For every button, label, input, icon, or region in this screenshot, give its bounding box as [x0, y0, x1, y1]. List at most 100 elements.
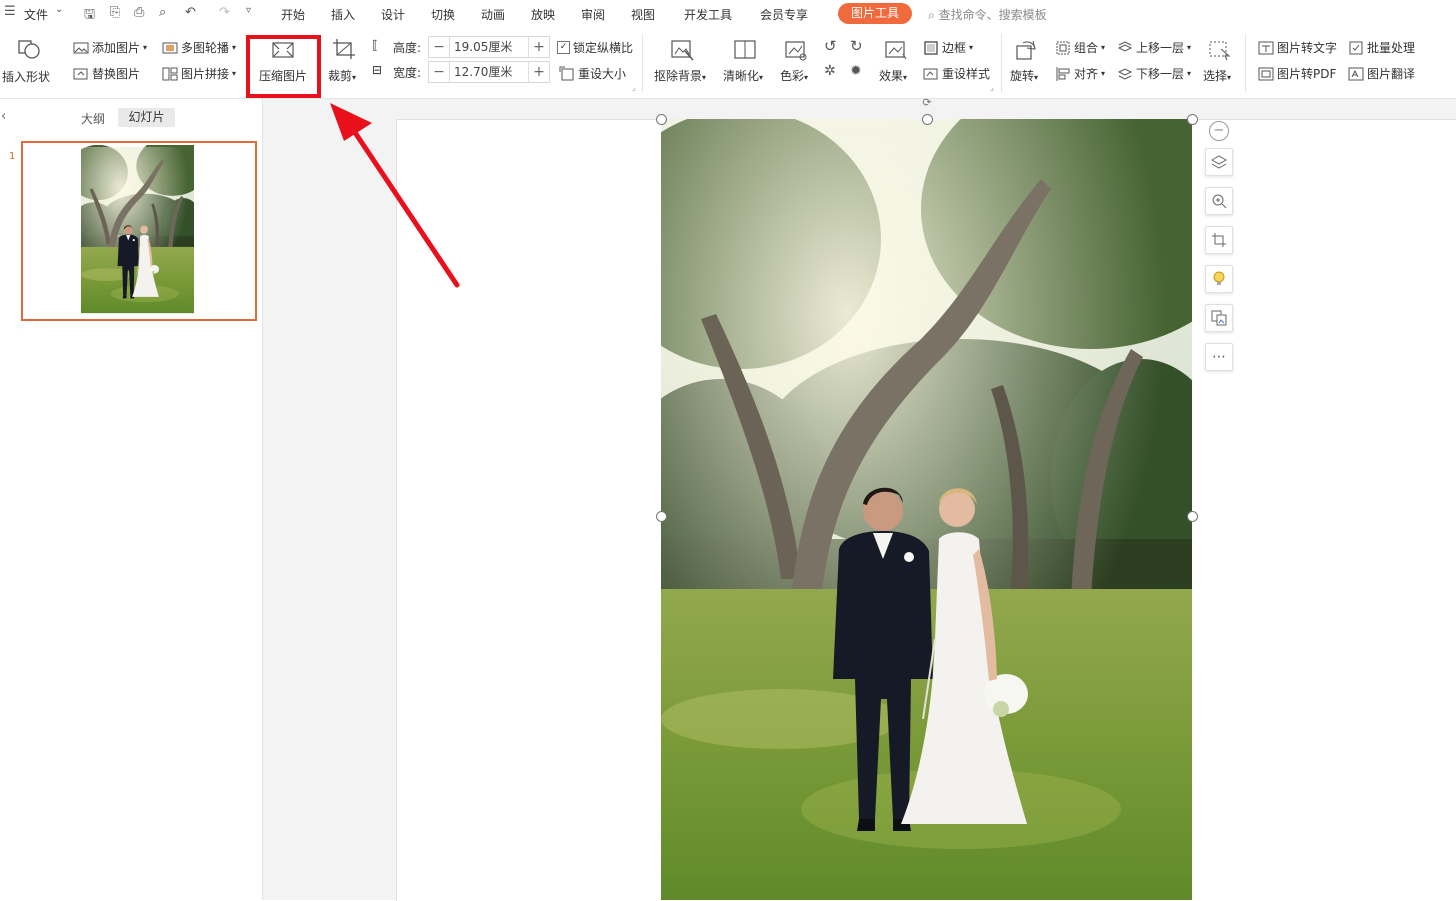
align-label: 对齐 [1074, 67, 1099, 81]
lock-ratio-checkbox[interactable]: ✓ 锁定纵横比 [557, 39, 633, 56]
translate-icon [1348, 67, 1364, 80]
reset-size-label: 重设大小 [578, 67, 627, 81]
bring-forward-label: 上移一层 [1136, 41, 1185, 55]
crop-float-button[interactable] [1205, 226, 1233, 254]
select-label: 选择 [1203, 69, 1228, 83]
save-icon[interactable]: 🖫 [84, 5, 95, 27]
resize-handle-top[interactable] [922, 114, 933, 125]
height-value[interactable]: 19.05厘米 [449, 37, 529, 57]
search-icon: ⌕ [928, 8, 935, 22]
print-icon[interactable]: ⎙ [134, 5, 144, 20]
replace-image-icon [73, 68, 88, 79]
tab-insert[interactable]: 插入 [331, 6, 355, 23]
resize-handle-tr[interactable] [1187, 114, 1198, 125]
undo-icon[interactable]: ↶ [185, 5, 196, 20]
tab-start[interactable]: 开始 [281, 6, 305, 23]
resize-handle-tl[interactable] [656, 114, 667, 125]
export-icon[interactable]: ⎘ [110, 5, 120, 20]
print-preview-icon[interactable]: ⌕ [159, 5, 166, 20]
contrast-icon[interactable]: ✲ [824, 63, 836, 79]
add-image-button[interactable]: 添加图片 ▾ [73, 39, 147, 56]
photo-image [661, 119, 1192, 900]
reset-style-button[interactable]: 重设样式 [923, 65, 990, 82]
img-to-text-button[interactable]: 图片转文字 [1258, 39, 1337, 56]
tab-outline[interactable]: 大纲 [81, 110, 105, 127]
reset-size-button[interactable]: 重设大小 [559, 65, 626, 82]
send-backward-button[interactable]: 下移一层 ▾ [1117, 65, 1191, 82]
img-to-pdf-icon [1258, 67, 1274, 80]
wedding-photo[interactable] [661, 119, 1192, 900]
remove-background-button[interactable]: 抠除背景▾ [654, 67, 706, 84]
crop-button[interactable]: 裁剪▾ [328, 67, 356, 84]
select-button[interactable]: 选择▾ [1203, 67, 1231, 84]
border-button[interactable]: 边框 ▾ [923, 39, 973, 56]
layers-icon [1211, 155, 1227, 169]
rotate-right-icon[interactable]: ↻ [850, 37, 863, 55]
border-icon [924, 40, 938, 55]
replace-image-button[interactable]: 替换图片 [73, 65, 140, 82]
height-increment[interactable]: + [529, 39, 549, 55]
image-convert-button[interactable] [1205, 304, 1233, 332]
width-value[interactable]: 12.70厘米 [449, 62, 529, 82]
tab-view[interactable]: 视图 [631, 6, 655, 23]
search-input[interactable]: ⌕ 查找命令、搜索模板 [928, 6, 1047, 23]
img-to-text-label: 图片转文字 [1277, 41, 1338, 55]
img-to-pdf-button[interactable]: 图片转PDF [1258, 65, 1336, 82]
image-stitch-label: 图片拼接 [181, 67, 230, 81]
chevron-down-icon[interactable]: ⌄ [55, 4, 63, 15]
bring-forward-button[interactable]: 上移一层 ▾ [1117, 39, 1191, 56]
group-button[interactable]: 组合 ▾ [1055, 39, 1105, 56]
remove-background-label: 抠除背景 [654, 69, 703, 83]
effects-icon [885, 41, 907, 60]
multi-carousel-label: 多图轮播 [181, 41, 230, 55]
effects-button[interactable]: 效果▾ [879, 67, 907, 84]
file-menu[interactable]: 文件 [24, 6, 48, 23]
tab-slides[interactable]: 幻灯片 [118, 108, 175, 127]
tab-animation[interactable]: 动画 [481, 6, 505, 23]
ribbon-separator [1245, 34, 1246, 92]
img-translate-label: 图片翻译 [1367, 67, 1416, 81]
width-decrement[interactable]: − [429, 64, 449, 80]
resize-handle-left[interactable] [656, 511, 667, 522]
collapse-toolbar-icon[interactable]: − [1209, 121, 1229, 141]
smart-tips-button[interactable] [1205, 265, 1233, 293]
slide-thumbnail[interactable] [21, 141, 257, 321]
tab-picture-tools[interactable]: 图片工具 [838, 3, 912, 24]
batch-process-button[interactable]: 批量处理 [1348, 39, 1415, 56]
color-button[interactable]: 色彩▾ [780, 67, 808, 84]
zoom-button[interactable] [1205, 187, 1233, 215]
sharpen-button[interactable]: 清晰化▾ [723, 67, 763, 84]
align-button[interactable]: 对齐 ▾ [1055, 65, 1105, 82]
tab-member[interactable]: 会员专享 [760, 6, 808, 23]
brightness-icon[interactable]: ✹ [850, 63, 862, 79]
insert-shape-button[interactable]: 插入形状 [2, 68, 50, 85]
color-label: 色彩 [780, 69, 805, 83]
width-increment[interactable]: + [529, 64, 549, 80]
tab-design[interactable]: 设计 [381, 6, 405, 23]
rotate-left-icon[interactable]: ↺ [824, 37, 837, 55]
tab-developer[interactable]: 开发工具 [684, 6, 732, 23]
add-image-label: 添加图片 [92, 41, 141, 55]
more-options-button[interactable]: ⋯ [1205, 343, 1233, 371]
multi-carousel-button[interactable]: 多图轮播 ▾ [162, 39, 236, 56]
height-stepper[interactable]: − 19.05厘米 + [428, 36, 550, 58]
lock-ratio-label: 锁定纵横比 [573, 41, 634, 55]
expand-style-icon[interactable]: ⌟ [990, 83, 994, 92]
customize-icon[interactable]: ▿ [246, 5, 251, 16]
image-stitch-button[interactable]: 图片拼接 ▾ [162, 65, 236, 82]
rotate-button[interactable]: 旋转▾ [1010, 67, 1038, 84]
width-stepper[interactable]: − 12.70厘米 + [428, 61, 550, 83]
tab-review[interactable]: 审阅 [581, 6, 605, 23]
expand-dialog-icon[interactable]: ⌟ [632, 83, 636, 92]
hamburger-icon[interactable]: ☰ [4, 4, 16, 19]
height-decrement[interactable]: − [429, 39, 449, 55]
img-translate-button[interactable]: 图片翻译 [1348, 65, 1415, 82]
tab-slideshow[interactable]: 放映 [531, 6, 555, 23]
tab-transition[interactable]: 切换 [431, 6, 455, 23]
redo-icon[interactable]: ↷ [219, 5, 230, 20]
ribbon-separator [642, 34, 643, 92]
rotate-handle-icon[interactable]: ⟳ [920, 97, 934, 108]
layers-button[interactable] [1205, 148, 1233, 176]
resize-handle-right[interactable] [1187, 511, 1198, 522]
collapse-panel-icon[interactable]: ‹ [1, 109, 6, 124]
